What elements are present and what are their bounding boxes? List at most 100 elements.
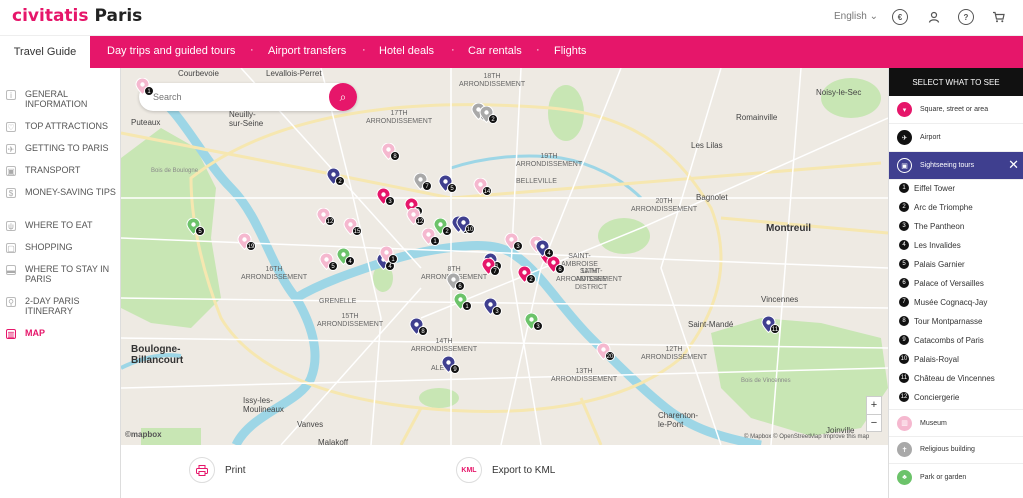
map-marker-tour[interactable]: 2 bbox=[326, 168, 345, 186]
map-marker-number: 3 bbox=[492, 306, 502, 316]
map-marker-tour[interactable]: 10 bbox=[456, 216, 475, 234]
map-place-label: Vanves bbox=[297, 420, 324, 429]
map-marker-park[interactable]: 1 bbox=[453, 293, 472, 311]
sidebar-item-shopping[interactable]: ▢ SHOPPING bbox=[6, 242, 118, 253]
map-marker-museum[interactable]: 15 bbox=[343, 218, 362, 236]
map-marker-park[interactable]: 4 bbox=[336, 248, 355, 266]
print-button[interactable]: Print bbox=[189, 457, 246, 483]
filter-airport[interactable]: ✈ Airport bbox=[889, 124, 1023, 152]
tour-list-item[interactable]: 10 Palais-Royal bbox=[899, 354, 959, 364]
map-marker-museum[interactable]: 12 bbox=[406, 208, 425, 226]
language-selector[interactable]: English ⌄ bbox=[834, 11, 878, 22]
filter-square[interactable]: ▾ Square, street or area bbox=[889, 96, 1023, 124]
sidebar-item-where-to-stay[interactable]: ▬ WHERE TO STAY IN PARIS bbox=[6, 264, 118, 284]
map-marker-museum[interactable]: 5 bbox=[319, 253, 338, 271]
map-place-label: SAINT- ANTOINE DISTRICT bbox=[575, 268, 608, 291]
sidebar-item-getting-to-paris[interactable]: ✈ GETTING TO PARIS bbox=[6, 143, 118, 154]
map-marker-number: 6 bbox=[455, 281, 465, 291]
map-marker-museum[interactable]: 14 bbox=[473, 178, 492, 196]
map-icon: ▥ bbox=[6, 329, 16, 339]
tour-list-item[interactable]: 5 Palais Garnier bbox=[899, 259, 965, 269]
map-marker-museum[interactable]: 12 bbox=[316, 208, 335, 226]
mapbox-logo[interactable]: ©mapbox bbox=[125, 430, 162, 439]
map-place-label: BELLEVILLE bbox=[516, 178, 557, 185]
tour-list-item[interactable]: 3 The Pantheon bbox=[899, 221, 964, 231]
cart-icon[interactable] bbox=[990, 9, 1006, 25]
map-place-label: Malakoff bbox=[318, 438, 349, 445]
map-marker-museum[interactable]: 3 bbox=[504, 233, 523, 251]
search-input[interactable] bbox=[139, 83, 309, 111]
map-marker-tour[interactable]: 8 bbox=[409, 318, 428, 336]
search-button[interactable]: ⌕ bbox=[329, 83, 357, 111]
map-attribution[interactable]: © Mapbox © OpenStreetMap Improve this ma… bbox=[744, 434, 869, 440]
nav-item-hotel-deals[interactable]: Hotel deals bbox=[379, 45, 434, 57]
sidebar-item-map[interactable]: ▥ MAP bbox=[6, 328, 118, 339]
export-kml-button[interactable]: KML Export to KML bbox=[456, 457, 555, 483]
tour-list-item[interactable]: 4 Les Invalides bbox=[899, 240, 961, 250]
nav-item-flights[interactable]: Flights bbox=[554, 45, 586, 57]
filter-label: Airport bbox=[920, 134, 941, 141]
map-marker-tour[interactable]: 11 bbox=[761, 316, 780, 334]
nav-item-day-trips[interactable]: Day trips and guided tours bbox=[107, 45, 235, 57]
tour-list-item[interactable]: 8 Tour Montparnasse bbox=[899, 316, 982, 326]
map-marker-museum[interactable]: 19 bbox=[237, 233, 256, 251]
tour-list-item[interactable]: 2 Arc de Triomphe bbox=[899, 202, 973, 212]
map-place-label: SAINT- AMBROISE bbox=[561, 253, 598, 268]
sidebar-item-top-attractions[interactable]: ♡ TOP ATTRACTIONS bbox=[6, 121, 118, 132]
map-marker-square[interactable]: 6 bbox=[546, 256, 565, 274]
map-marker-museum[interactable]: 1 bbox=[421, 228, 440, 246]
map-marker-museum[interactable]: 20 bbox=[596, 343, 615, 361]
map-place-label: Levallois-Perret bbox=[266, 69, 322, 78]
tour-list-item[interactable]: 12 Conciergerie bbox=[899, 392, 959, 402]
map-marker-tour[interactable]: 3 bbox=[483, 298, 502, 316]
map-marker-park[interactable]: 5 bbox=[186, 218, 205, 236]
map-marker-tour[interactable]: 5 bbox=[438, 175, 457, 193]
travel-guide-tab[interactable]: Travel Guide bbox=[0, 36, 90, 68]
nav-item-airport-transfers[interactable]: Airport transfers bbox=[268, 45, 346, 57]
map-marker-square[interactable]: 3 bbox=[376, 188, 395, 206]
city-name: Paris bbox=[94, 6, 143, 26]
tour-list-item[interactable]: 7 Musée Cognacq-Jay bbox=[899, 297, 987, 307]
tour-list-item[interactable]: 6 Palace of Versailles bbox=[899, 278, 984, 288]
tour-list-item[interactable]: 1 Eiffel Tower bbox=[899, 183, 955, 193]
nav-item-car-rentals[interactable]: Car rentals bbox=[468, 45, 522, 57]
map-marker-museum[interactable]: 1 bbox=[135, 78, 154, 96]
map-place-label: 13TH ARRONDISSEMENT bbox=[551, 368, 618, 383]
map-marker-number: 7 bbox=[490, 266, 500, 276]
sidebar-item-label: SHOPPING bbox=[25, 242, 73, 252]
map-marker-park[interactable]: 3 bbox=[524, 313, 543, 331]
sidebar-item-where-to-eat[interactable]: ψ WHERE TO EAT bbox=[6, 220, 118, 231]
logo[interactable]: civitatis Paris bbox=[12, 6, 142, 26]
zoom-out-button[interactable]: − bbox=[867, 414, 881, 432]
map-marker-square[interactable]: 7 bbox=[481, 258, 500, 276]
sidebar-item-money-saving-tips[interactable]: $ MONEY-SAVING TIPS bbox=[6, 187, 118, 198]
map-marker-tour[interactable]: 9 bbox=[441, 356, 460, 374]
map-marker-number: 4 bbox=[345, 256, 355, 266]
filter-museum[interactable]: ▥ Museum bbox=[889, 409, 1023, 437]
sidebar-item-2-day-itinerary[interactable]: ⚲ 2-DAY PARIS ITINERARY bbox=[6, 296, 118, 316]
map-canvas[interactable]: ⌕ Courbevoie Levallois-Perret Puteaux Neuil… bbox=[121, 68, 888, 445]
sidebar-item-general-information[interactable]: i GENERAL INFORMATION bbox=[6, 89, 118, 109]
zoom-in-button[interactable]: + bbox=[867, 397, 881, 414]
map-marker-religious[interactable]: 6 bbox=[446, 273, 465, 291]
user-icon[interactable] bbox=[926, 9, 942, 25]
close-icon[interactable]: ✕ bbox=[1008, 158, 1019, 172]
tour-list-item[interactable]: 11 Château de Vincennes bbox=[899, 373, 995, 383]
map-marker-square[interactable]: 2 bbox=[517, 266, 536, 284]
currency-euro-icon[interactable]: € bbox=[892, 9, 908, 25]
map-marker-tour[interactable]: 4 bbox=[535, 240, 554, 258]
tour-label: Tour Montparnasse bbox=[914, 316, 983, 326]
map-marker-museum[interactable]: 8 bbox=[381, 143, 400, 161]
filter-religious-building[interactable]: ✝ Religious building bbox=[889, 436, 1023, 464]
map-marker-religious[interactable]: 7 bbox=[413, 173, 432, 191]
filter-sightseeing-tours[interactable]: ▣ Sightseeing tours ✕ bbox=[889, 152, 1023, 180]
filter-park-or-garden[interactable]: ♣ Park or garden bbox=[889, 463, 1023, 491]
park-montsouris bbox=[419, 388, 459, 408]
sidebar-item-transport[interactable]: ▣ TRANSPORT bbox=[6, 165, 118, 176]
help-icon[interactable]: ? bbox=[958, 9, 974, 25]
legend-panel: SELECT WHAT TO SEE ▾ Square, street or a… bbox=[888, 68, 1023, 498]
map-marker-religious[interactable]: 2 bbox=[479, 106, 498, 124]
tour-list-item[interactable]: 9 Catacombs of Paris bbox=[899, 335, 984, 345]
map-marker-museum[interactable]: 1 bbox=[379, 246, 398, 264]
print-icon bbox=[189, 457, 215, 483]
